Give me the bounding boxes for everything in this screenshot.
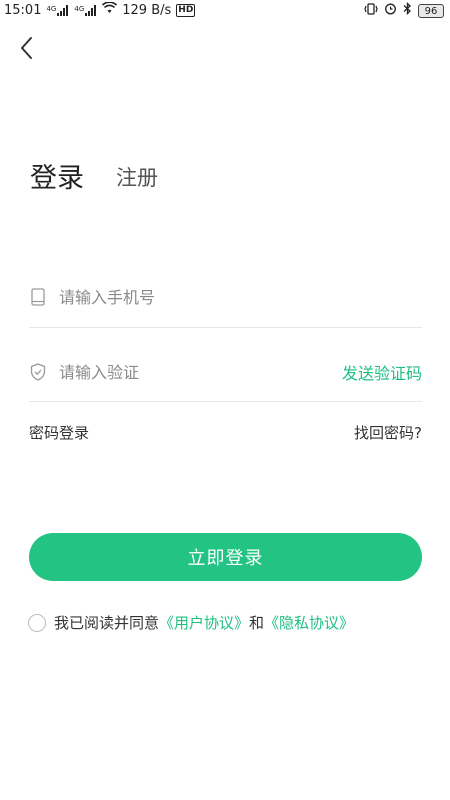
agreement-row: 我已阅读并同意 《用户协议》 和 《隐私协议》 [28,612,354,633]
tab-register[interactable]: 注册 [116,162,158,192]
phone-row [29,277,422,317]
agreement-and: 和 [249,614,265,632]
alarm-icon [384,2,397,19]
battery-icon: 96 [418,3,444,18]
hd-badge: HD [176,3,196,17]
bluetooth-icon [403,1,412,19]
phone-input[interactable] [59,287,422,307]
agreement-prefix: 我已阅读并同意 [54,614,160,632]
status-time: 15:01 [4,2,42,18]
phone-divider [29,327,422,328]
status-bar: 15:01 4G 4G 129 B/s HD 96 [0,0,450,20]
signal-icon: 4G [46,4,69,16]
privacy-policy-link[interactable]: 《隐私协议》 [264,612,354,633]
wifi-icon [102,1,118,18]
code-row: 发送验证码 [29,352,422,392]
network-speed: 129 B/s [122,2,172,18]
network-type-1: 4G [46,4,57,13]
status-right: 96 [364,1,444,19]
chevron-left-icon [21,37,32,59]
code-input[interactable] [59,362,342,382]
user-agreement-link[interactable]: 《用户协议》 [159,612,249,633]
login-button[interactable]: 立即登录 [29,533,422,581]
signal-icon-2: 4G [74,4,97,16]
code-divider [29,401,422,402]
status-left: 15:01 4G 4G 129 B/s HD [4,1,196,18]
login-screen: 15:01 4G 4G 129 B/s HD 96 登录 注册 请输入手机号 请… [0,0,450,800]
vibrate-icon [364,2,378,19]
tab-login[interactable]: 登录 [30,156,84,195]
password-login-link[interactable]: 密码登录 [29,422,89,443]
shield-icon [29,363,47,381]
send-code-button[interactable]: 发送验证码 [342,360,422,384]
forgot-password-link[interactable]: 找回密码? [354,422,422,443]
back-button[interactable] [12,34,40,62]
network-type-2: 4G [74,4,85,13]
phone-icon [29,288,47,306]
agreement-checkbox[interactable] [28,613,46,632]
links-row: 密码登录 找回密码? [29,422,422,443]
